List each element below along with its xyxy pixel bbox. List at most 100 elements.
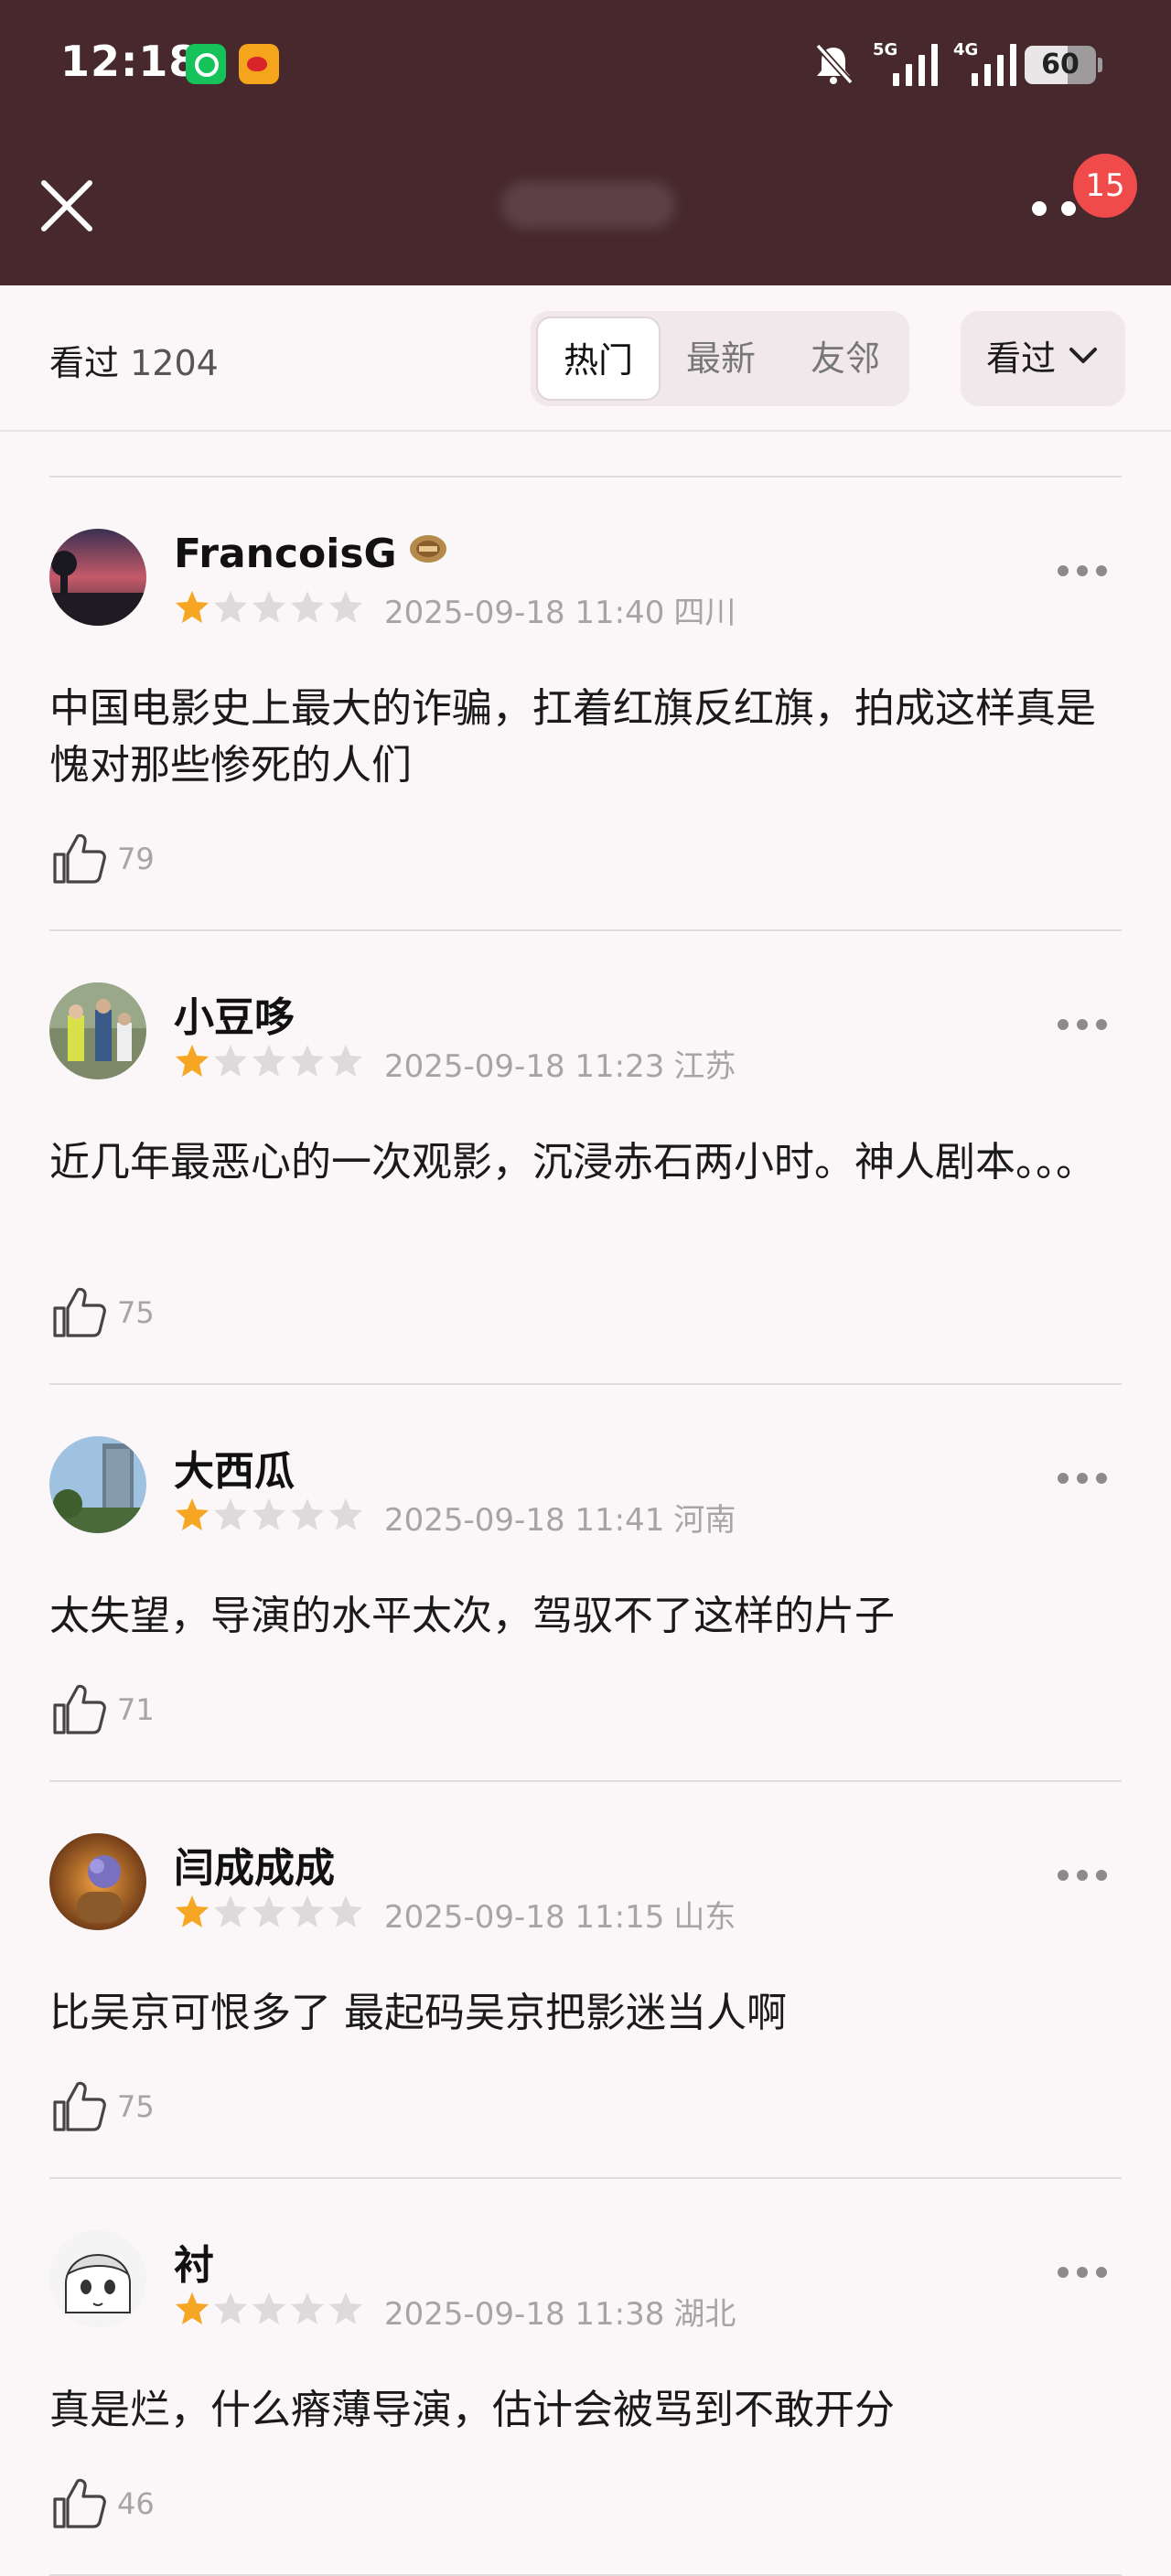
like-count: 71	[117, 1692, 155, 1727]
rating-stars	[174, 2291, 366, 2327]
more-options-icon[interactable]	[1032, 198, 1083, 220]
like-button[interactable]: 71	[49, 1680, 232, 1738]
review-location: 江苏	[673, 1048, 736, 1085]
star-empty-icon	[252, 1498, 285, 1530]
review-card: 大西瓜 2025-09-18 11:41 河南 太失望，导演的水平太次，驾驭不了这…	[49, 1385, 1122, 1782]
username[interactable]: 衬	[174, 2232, 214, 2291]
seen-count: 看过 1204	[49, 335, 219, 385]
chevron-down-icon	[1069, 348, 1097, 363]
review-text: 太失望，导演的水平太次，驾驭不了这样的片子	[49, 1593, 895, 1639]
medal-icon	[410, 535, 446, 563]
star-empty-icon	[291, 1498, 324, 1530]
blurred-title	[501, 181, 675, 229]
review-location: 山东	[673, 1899, 736, 1936]
review-meta: 2025-09-18 11:38 湖北	[384, 2289, 736, 2334]
review-card: 闫成成成 2025-09-18 11:15 山东 比吴京可恨多了 最起码吴京把影迷…	[49, 1782, 1122, 2179]
review-datetime: 2025-09-18 11:38	[384, 2296, 665, 2333]
review-text: 真是烂，什么瘠薄导演，估计会被骂到不敢开分	[49, 2387, 895, 2433]
avatar[interactable]	[49, 982, 146, 1079]
more-icon[interactable]	[1058, 1473, 1107, 1486]
star-empty-icon	[291, 2292, 324, 2324]
like-button[interactable]: 75	[49, 2077, 232, 2135]
more-icon[interactable]	[1058, 1019, 1107, 1032]
tab-hot[interactable]: 热门	[536, 317, 661, 401]
like-count: 75	[117, 2089, 155, 2124]
tab-latest[interactable]: 最新	[659, 317, 783, 401]
thumbs-up-icon	[53, 1287, 106, 1337]
review-card: 小豆哆 2025-09-18 11:23 江苏 近几年最恶心的一次观影，沉浸赤石两…	[49, 931, 1122, 1385]
filter-bar: 看过 1204 热门 最新 友邻 看过	[0, 285, 1171, 432]
star-empty-icon	[214, 591, 247, 623]
wechat-app-icon	[186, 44, 226, 84]
rating-stars	[174, 589, 366, 626]
battery-level: 60	[1041, 48, 1080, 80]
star-filled-icon	[176, 1895, 209, 1927]
thumbs-up-icon	[53, 833, 106, 884]
notification-badge: 15	[1073, 154, 1137, 218]
star-empty-icon	[214, 1498, 247, 1530]
star-filled-icon	[176, 591, 209, 623]
review-meta: 2025-09-18 11:23 江苏	[384, 1041, 736, 1086]
review-datetime: 2025-09-18 11:40	[384, 595, 665, 631]
top-bar: 12:18 5G 4G 60 15	[0, 0, 1171, 285]
network-4g-label: 4G	[953, 40, 979, 59]
review-meta: 2025-09-18 11:40 四川	[384, 587, 736, 632]
weibo-app-icon	[239, 44, 279, 84]
thumbs-up-icon	[53, 1684, 106, 1734]
more-icon[interactable]	[1058, 2267, 1107, 2280]
review-datetime: 2025-09-18 11:23	[384, 1048, 665, 1085]
close-icon[interactable]	[35, 174, 99, 238]
star-empty-icon	[252, 591, 285, 623]
star-empty-icon	[214, 1895, 247, 1927]
status-time: 12:18	[60, 37, 199, 86]
star-empty-icon	[329, 591, 362, 623]
star-empty-icon	[329, 1045, 362, 1077]
review-location: 河南	[673, 1502, 736, 1539]
username[interactable]: FrancoisG	[174, 531, 397, 577]
like-button[interactable]: 46	[49, 2474, 232, 2532]
review-card: 衬 2025-09-18 11:38 湖北 真是烂，什么瘠薄导演，估计会被骂到不敢…	[49, 2179, 1122, 2576]
review-datetime: 2025-09-18 11:15	[384, 1899, 665, 1936]
review-text: 近几年最恶心的一次观影，沉浸赤石两小时。神人剧本。。。	[49, 1139, 1096, 1186]
network-5g-label: 5G	[873, 40, 898, 59]
review-card: FrancoisG 2025-09-18 11:40 四川 中国电影史上最大的诈骗…	[49, 478, 1122, 931]
tab-friends[interactable]: 友邻	[783, 317, 908, 401]
star-empty-icon	[252, 1895, 285, 1927]
like-button[interactable]: 79	[49, 829, 232, 887]
username[interactable]: 小豆哆	[174, 984, 295, 1043]
review-text: 中国电影史上最大的诈骗，扛着红旗反红旗，拍成这样真是愧对那些惨死的人们	[49, 685, 1096, 789]
star-empty-icon	[252, 1045, 285, 1077]
like-count: 79	[117, 842, 155, 876]
more-icon[interactable]	[1058, 565, 1107, 578]
star-empty-icon	[291, 1895, 324, 1927]
battery-icon: 60	[1025, 46, 1102, 84]
avatar[interactable]	[49, 2230, 146, 2327]
review-meta: 2025-09-18 11:41 河南	[384, 1495, 736, 1540]
avatar[interactable]	[49, 1833, 146, 1930]
more-icon[interactable]	[1058, 1870, 1107, 1883]
review-location: 湖北	[673, 2296, 736, 2333]
star-empty-icon	[291, 591, 324, 623]
thumbs-up-icon	[53, 2081, 106, 2131]
seen-count-label: 看过	[49, 343, 120, 383]
signal-5g-icon: 5G	[871, 37, 946, 91]
rating-stars	[174, 1043, 366, 1079]
seen-count-value: 1204	[130, 343, 219, 383]
star-empty-icon	[329, 1895, 362, 1927]
review-datetime: 2025-09-18 11:41	[384, 1502, 665, 1539]
username[interactable]: 闫成成成	[174, 1835, 335, 1894]
star-filled-icon	[176, 1498, 209, 1530]
star-empty-icon	[291, 1045, 324, 1077]
review-text: 比吴京可恨多了 最起码吴京把影迷当人啊	[49, 1990, 787, 2036]
like-button[interactable]: 75	[49, 1283, 232, 1341]
rating-stars	[174, 1497, 366, 1533]
status-filter-dropdown[interactable]: 看过	[961, 311, 1125, 406]
like-count: 46	[117, 2486, 155, 2521]
rating-stars	[174, 1894, 366, 1930]
sort-tabs: 热门 最新 友邻	[531, 311, 909, 406]
status-filter-label: 看过	[986, 338, 1057, 379]
avatar[interactable]	[49, 529, 146, 626]
avatar[interactable]	[49, 1436, 146, 1533]
username[interactable]: 大西瓜	[174, 1438, 295, 1497]
review-location: 四川	[673, 595, 736, 631]
